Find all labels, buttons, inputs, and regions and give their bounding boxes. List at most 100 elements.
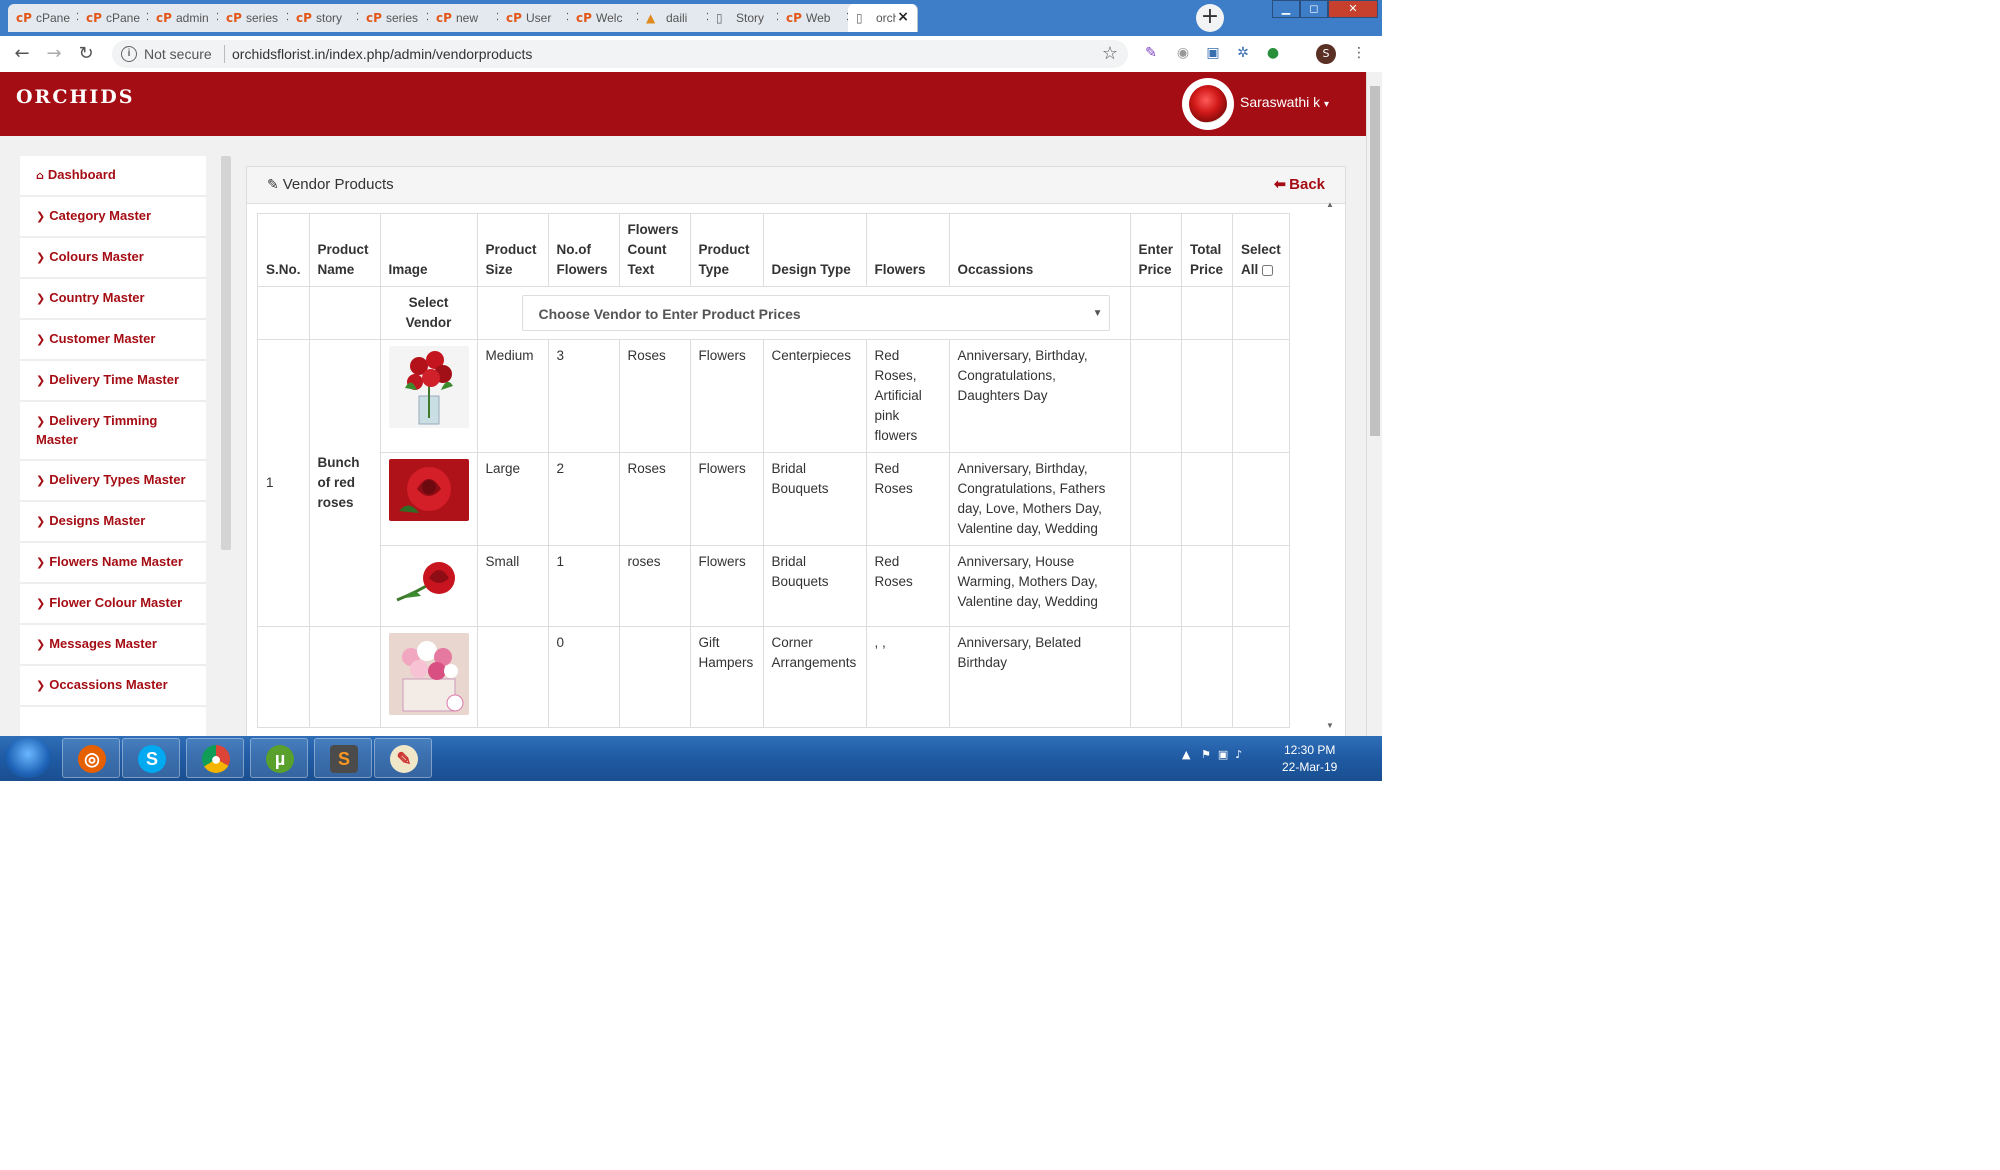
circle-extension-icon[interactable]: ◉ — [1174, 44, 1192, 62]
user-avatar[interactable] — [1182, 78, 1234, 130]
arrow-left-icon: ⬅ — [1273, 175, 1287, 193]
occassions-cell: Anniversary, Belated Birthday — [948, 626, 1131, 728]
single-red-rose-image — [388, 552, 469, 614]
table-cell — [1232, 286, 1290, 340]
back-button[interactable]: ⬅ Back — [1274, 175, 1325, 193]
globe-extension-icon[interactable]: ● — [1264, 44, 1282, 62]
vendor-select-dropdown[interactable]: Choose Vendor to Enter Product Prices ▼ — [521, 295, 1110, 331]
sidebar-item-label: Occassions Master — [49, 677, 168, 692]
sidebar-item-flower-colour-master[interactable]: ❯ Flower Colour Master — [20, 584, 206, 625]
sidebar-item-delivery-timming-master[interactable]: ❯ Delivery Timming Master — [20, 402, 206, 461]
brand-logo[interactable]: ORCHIDS — [16, 86, 135, 108]
paint-taskbar-button[interactable]: ✎ — [374, 738, 432, 778]
flowers-count-text-cell: roses — [618, 545, 691, 627]
sidebar-item-country-master[interactable]: ❯ Country Master — [20, 279, 206, 320]
sublime-taskbar-button[interactable]: S — [314, 738, 372, 778]
forward-arrow-icon[interactable]: → — [42, 42, 66, 66]
print-extension-icon[interactable]: ▣ — [1204, 44, 1222, 62]
home-icon: ⌂ — [36, 169, 44, 182]
pen-extension-icon[interactable]: ✎ — [1142, 44, 1160, 62]
flowers-cell: , , — [865, 626, 950, 728]
network-icon[interactable]: ▣ — [1218, 748, 1228, 761]
design-type-cell: Centerpieces — [762, 339, 867, 453]
flowers-count-text-cell: Roses — [618, 339, 691, 453]
tray-expand-icon[interactable]: ▲ — [1182, 748, 1190, 761]
utorrent-taskbar-button[interactable]: µ — [250, 738, 308, 778]
security-status: Not secure — [144, 46, 212, 62]
product-name-cell — [308, 626, 381, 728]
select-all-checkbox[interactable] — [1262, 264, 1274, 276]
system-clock[interactable]: 12:30 PM 22-Mar-19 — [1282, 742, 1337, 776]
browser-tab-active[interactable]: ▯ orch× — [848, 4, 918, 32]
close-icon[interactable]: × — [897, 9, 909, 25]
total-price-cell — [1181, 545, 1234, 627]
no-of-flowers-cell: 2 — [547, 452, 620, 546]
chrome-taskbar-button[interactable]: ● — [186, 738, 244, 778]
sidebar-scrollbar[interactable] — [221, 156, 231, 550]
scrollbar-thumb[interactable] — [1370, 86, 1380, 436]
back-arrow-icon[interactable]: ← — [10, 42, 34, 66]
chevron-right-icon: ❯ — [36, 515, 46, 528]
edit-icon: ✎ — [267, 177, 279, 193]
gear-extension-icon[interactable]: ✲ — [1234, 44, 1252, 62]
divider — [224, 45, 225, 63]
sidebar-item-designs-master[interactable]: ❯ Designs Master — [20, 502, 206, 543]
column-header-enter-price: Enter Price — [1129, 213, 1183, 287]
user-menu[interactable]: Saraswathi k ▾ — [1240, 94, 1329, 110]
firefox-taskbar-button[interactable]: ◎ — [62, 738, 120, 778]
panel-header: ✎ Vendor Products ⬅ Back — [247, 167, 1345, 204]
scroll-down-arrow-icon[interactable]: ▼ — [1326, 721, 1334, 730]
sidebar-item-delivery-types-master[interactable]: ❯ Delivery Types Master — [20, 461, 206, 502]
sidebar-item-colours-master[interactable]: ❯ Colours Master — [20, 238, 206, 279]
skype-taskbar-button[interactable]: S — [122, 738, 180, 778]
bookmark-star-icon[interactable]: ☆ — [1102, 43, 1118, 64]
page-title-text: Vendor Products — [282, 176, 394, 193]
paint-icon: ✎ — [390, 745, 418, 773]
start-button[interactable] — [4, 738, 52, 778]
scroll-up-arrow-icon[interactable]: ▲ — [1326, 200, 1334, 209]
column-header-product-size: Product Size — [476, 213, 549, 287]
sidebar-item-occassions-master[interactable]: ❯ Occassions Master — [20, 666, 206, 707]
tab-title: orch — [876, 11, 896, 25]
table-cell — [1129, 286, 1183, 340]
tab-strip: cPcPanel× cPcPanel× cPadmin× cPseries× c… — [0, 0, 1382, 36]
sidebar-item-flowers-name-master[interactable]: ❯ Flowers Name Master — [20, 543, 206, 584]
minimize-button[interactable]: ▁ — [1272, 0, 1300, 18]
close-window-button[interactable]: ✕ — [1328, 0, 1378, 18]
occassions-cell: Anniversary, Birthday, Congratulations, … — [948, 452, 1131, 546]
volume-icon[interactable]: ♪ — [1235, 748, 1242, 761]
column-header-flowers-count-text: Flowers Count Text — [618, 213, 691, 287]
maximize-button[interactable]: ◻ — [1300, 0, 1328, 18]
table-scrollbar[interactable]: ▲ ▼ — [1324, 200, 1334, 730]
address-bar[interactable]: i Not secure orchidsflorist.in/index.php… — [112, 40, 1128, 68]
cpanel-icon: cP — [366, 11, 382, 25]
product-size-cell — [476, 626, 549, 728]
utorrent-icon: µ — [266, 745, 294, 773]
reload-icon[interactable]: ↻ — [74, 42, 98, 66]
sidebar-item-customer-master[interactable]: ❯ Customer Master — [20, 320, 206, 361]
table-header-row: S.No. Product Name Image Product Size No… — [257, 213, 1290, 287]
menu-dots-icon[interactable]: ⋮ — [1350, 44, 1368, 62]
column-header-total-price: Total Price — [1181, 213, 1234, 287]
tab-title: User — [526, 11, 552, 25]
red-rose-closeup-image — [388, 459, 469, 521]
sublime-icon: S — [330, 745, 358, 773]
action-center-flag-icon[interactable]: ⚑ — [1201, 748, 1211, 761]
sidebar-item-dashboard[interactable]: ⌂ Dashboard — [20, 156, 206, 197]
url-text[interactable]: orchidsflorist.in/index.php/admin/vendor… — [232, 46, 532, 62]
page-icon: ▯ — [716, 11, 723, 25]
sno-cell: 1 — [257, 339, 310, 627]
info-icon[interactable]: i — [121, 46, 137, 62]
new-tab-button[interactable]: + — [1196, 4, 1224, 32]
sidebar-item-messages-master[interactable]: ❯ Messages Master — [20, 625, 206, 666]
vendor-select-placeholder: Choose Vendor to Enter Product Prices — [538, 306, 801, 322]
flowers-count-text-cell: Roses — [618, 452, 691, 546]
cpanel-icon: cP — [86, 11, 102, 25]
column-header-design-type: Design Type — [762, 213, 867, 287]
select-vendor-label: Select Vendor — [379, 286, 478, 340]
product-size-cell: Large — [476, 452, 549, 546]
page-scrollbar[interactable] — [1366, 72, 1382, 736]
sidebar-item-category-master[interactable]: ❯ Category Master — [20, 197, 206, 238]
sidebar-item-delivery-time-master[interactable]: ❯ Delivery Time Master — [20, 361, 206, 402]
profile-avatar[interactable]: S — [1316, 44, 1336, 64]
